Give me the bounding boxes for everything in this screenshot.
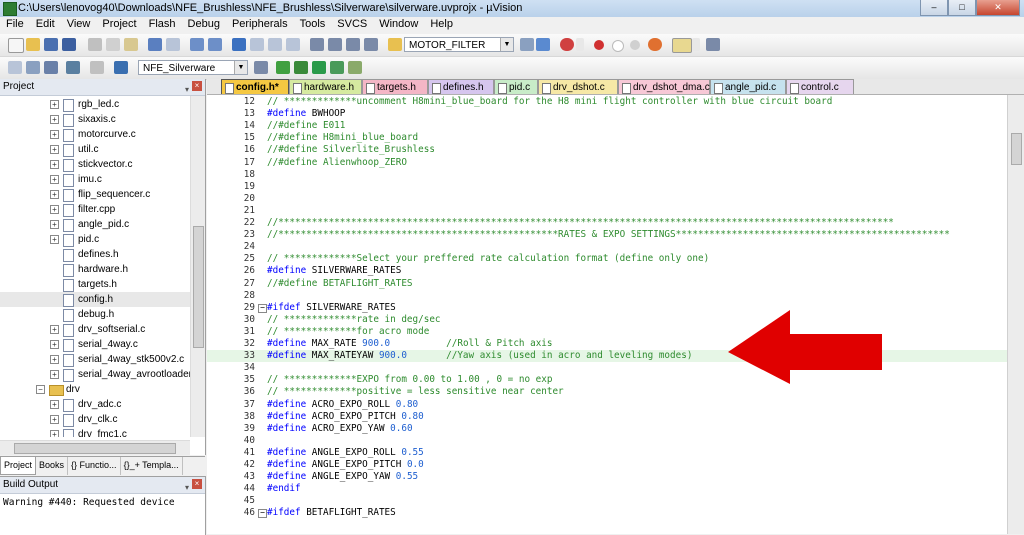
annotation-arrow: [728, 310, 882, 384]
red-arrow-icon: [728, 310, 882, 384]
